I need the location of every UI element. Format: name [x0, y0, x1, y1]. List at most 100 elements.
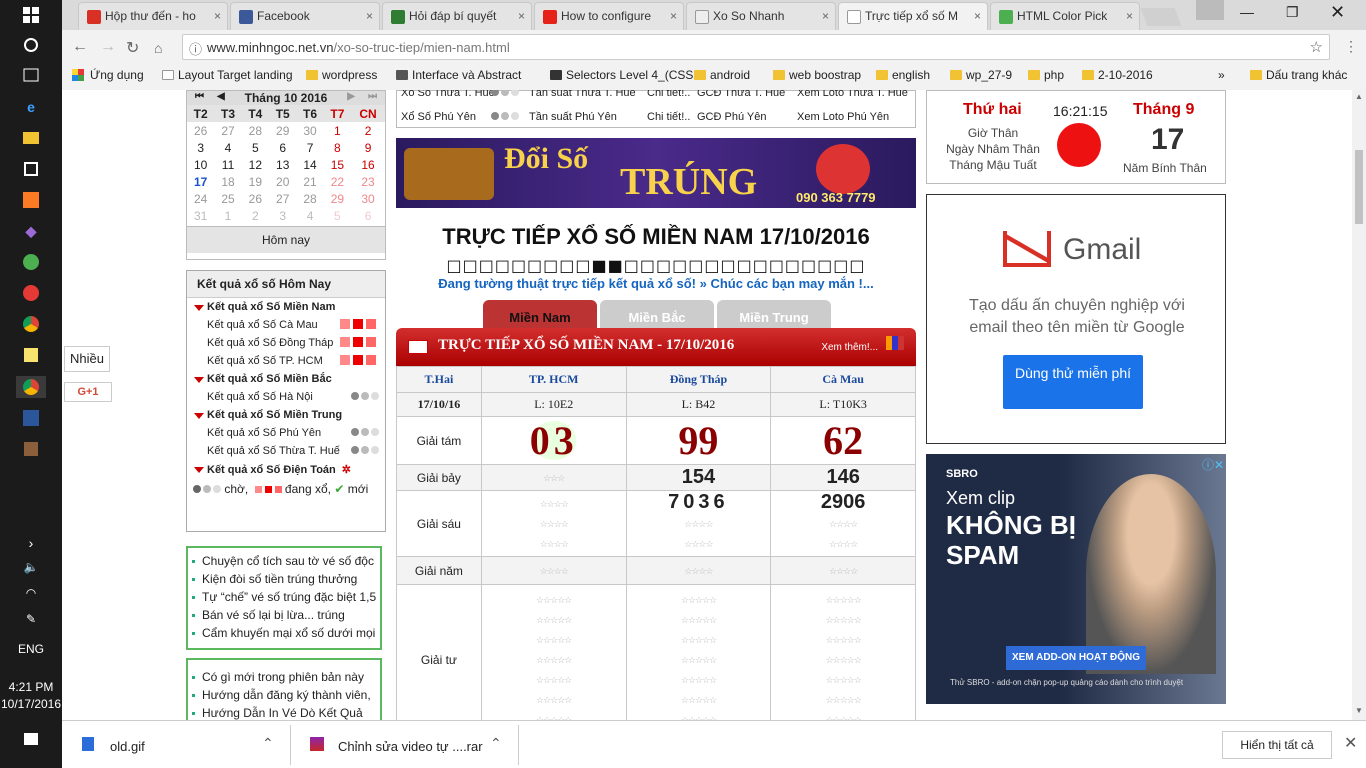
- loto-link[interactable]: Xem Loto Thừa T. Huế: [797, 90, 908, 99]
- detail-link[interactable]: Chi tiết!..: [647, 90, 690, 99]
- calendar-day[interactable]: 29: [269, 122, 296, 139]
- bookmark-folder[interactable]: wp_27-9: [950, 68, 1012, 82]
- detail-link[interactable]: Chi tiết!..: [647, 111, 690, 123]
- tab-gmail[interactable]: Hộp thư đến - ho ×: [78, 2, 228, 30]
- close-icon[interactable]: ×: [518, 9, 525, 23]
- media-icon[interactable]: [16, 438, 46, 460]
- calendar-day[interactable]: 6: [269, 139, 296, 156]
- province-link[interactable]: Kết quả xổ Số Hà Nội: [187, 388, 385, 406]
- download-item[interactable]: Chỉnh sửa video tự ....rar: [338, 739, 483, 754]
- prev-year-icon[interactable]: ⏮: [195, 91, 204, 102]
- tab-xo-so-nhanh[interactable]: Xo So Nhanh ×: [686, 2, 836, 30]
- today-button[interactable]: Hôm nay: [187, 226, 385, 253]
- calendar-day[interactable]: 22: [324, 173, 351, 190]
- province-link[interactable]: Xổ Số Phú Yên: [401, 111, 476, 123]
- region-south-link[interactable]: Kết quả xổ Số Miền Nam: [187, 298, 385, 316]
- calendar-day[interactable]: 13: [269, 156, 296, 173]
- sticky-notes-icon[interactable]: [16, 344, 46, 366]
- calendar-today[interactable]: 17: [187, 173, 214, 190]
- province-header[interactable]: Đồng Tháp: [625, 366, 772, 393]
- tab-youtube[interactable]: How to configure ×: [534, 2, 684, 30]
- file-explorer-icon[interactable]: [16, 127, 46, 149]
- tab-mien-trung[interactable]: Miền Trung: [717, 300, 831, 328]
- store-icon[interactable]: [16, 158, 46, 180]
- calendar-day[interactable]: 21: [296, 173, 323, 190]
- calendar-day[interactable]: 9: [351, 139, 385, 156]
- calendar-day[interactable]: 6: [351, 207, 385, 224]
- bookmark-folder[interactable]: android: [694, 68, 750, 82]
- calendar-day[interactable]: 2: [351, 122, 385, 139]
- calendar-day[interactable]: 4: [296, 207, 323, 224]
- calendar-day[interactable]: 12: [242, 156, 269, 173]
- red-app-icon[interactable]: [16, 282, 46, 304]
- calendar-day[interactable]: 3: [187, 139, 214, 156]
- calendar-day[interactable]: 18: [214, 173, 241, 190]
- bookmark-item[interactable]: Layout Target landing: [162, 68, 293, 82]
- calendar-day[interactable]: 1: [214, 207, 241, 224]
- profile-icon[interactable]: [1196, 0, 1224, 20]
- bookmark-folder[interactable]: wordpress: [306, 68, 377, 82]
- calendar-day[interactable]: 26: [242, 190, 269, 207]
- tab-mien-bac[interactable]: Miền Bắc: [600, 300, 714, 328]
- reload-icon[interactable]: ↻: [126, 38, 139, 58]
- province-link[interactable]: Kết quả xổ Số Đồng Tháp: [187, 334, 385, 352]
- province-header[interactable]: Cà Mau: [770, 366, 916, 393]
- calendar-day[interactable]: 4: [214, 139, 241, 156]
- cortana-icon[interactable]: [16, 34, 46, 56]
- chevron-up-icon[interactable]: ⌃: [262, 735, 274, 752]
- prev-month-icon[interactable]: ◀: [217, 91, 225, 102]
- promo-banner[interactable]: Đổi Số TRÚNG 090 363 7779: [396, 138, 916, 208]
- chevron-up-icon[interactable]: ⌃: [490, 735, 502, 752]
- news-link[interactable]: Cẩm khuyến mại xổ số dưới mọi: [188, 624, 380, 642]
- news-link[interactable]: Chuyện cổ tích sau tờ vé số độc: [188, 552, 380, 570]
- see-more-link[interactable]: Xem thêm!...: [821, 342, 878, 353]
- pen-icon[interactable]: ✎: [16, 608, 46, 630]
- calendar-day[interactable]: 30: [296, 122, 323, 139]
- province-link[interactable]: Kết quả xổ Số Phú Yên: [187, 424, 385, 442]
- calendar-day[interactable]: 5: [324, 207, 351, 224]
- calendar-day[interactable]: 23: [351, 173, 385, 190]
- close-downloads-icon[interactable]: ✕: [1344, 733, 1357, 753]
- minimize-button[interactable]: —: [1240, 4, 1254, 20]
- address-bar[interactable]: ⓘ www.minhngoc.net.vn/xo-so-truc-tiep/mi…: [182, 34, 1330, 60]
- start-windows-icon[interactable]: [16, 4, 46, 26]
- chevron-right-icon[interactable]: ›: [16, 532, 46, 554]
- calendar-day[interactable]: 15: [324, 156, 351, 173]
- visual-studio-icon[interactable]: ◆: [16, 220, 46, 242]
- calendar-day[interactable]: 10: [187, 156, 214, 173]
- clock-time[interactable]: 4:21 PM: [0, 680, 62, 694]
- news-link[interactable]: Có gì mới trong phiên bản này: [188, 668, 380, 686]
- show-all-downloads-button[interactable]: Hiển thị tất cả: [1222, 731, 1332, 759]
- calendar-day[interactable]: 29: [324, 190, 351, 207]
- bookmark-folder[interactable]: php: [1028, 68, 1064, 82]
- menu-icon[interactable]: ⋮: [1344, 38, 1358, 55]
- tab-truc-tiep[interactable]: Trực tiếp xổ số M ×: [838, 2, 988, 30]
- bookmark-apps[interactable]: Ứng dụng: [72, 68, 144, 82]
- back-icon[interactable]: ←: [72, 38, 88, 56]
- news-link[interactable]: Tự “chế” vé số trúng đặc biệt 1,5: [188, 588, 380, 606]
- volume-icon[interactable]: 🔈: [16, 556, 46, 578]
- sbro-cta-button[interactable]: XEM ADD-ON HOẠT ĐỘNG: [1006, 646, 1146, 670]
- calendar-day[interactable]: 1: [324, 122, 351, 139]
- news-link[interactable]: Hướng dẫn đăng ký thành viên,: [188, 686, 380, 704]
- calendar-day[interactable]: 27: [214, 122, 241, 139]
- calendar-day[interactable]: 7: [296, 139, 323, 156]
- chrome-active-icon[interactable]: [16, 376, 46, 398]
- calendar-day[interactable]: 19: [242, 173, 269, 190]
- restore-button[interactable]: ❐: [1286, 4, 1299, 21]
- new-tab-button[interactable]: [1140, 8, 1182, 26]
- tab-mien-nam[interactable]: Miền Nam: [483, 300, 597, 328]
- province-header[interactable]: TP. HCM: [480, 366, 627, 393]
- gmail-trial-button[interactable]: Dùng thử miễn phí: [1003, 355, 1143, 409]
- region-electronic-link[interactable]: Kết quả xổ Số Điện Toán ✲: [187, 460, 385, 479]
- close-icon[interactable]: ×: [974, 9, 981, 23]
- chrome-icon[interactable]: [16, 313, 46, 335]
- task-view-icon[interactable]: [16, 64, 46, 86]
- close-icon[interactable]: ×: [214, 9, 221, 23]
- next-month-icon[interactable]: ▶: [347, 91, 355, 102]
- calendar-day[interactable]: 30: [351, 190, 385, 207]
- calendar-day[interactable]: 3: [269, 207, 296, 224]
- next-year-icon[interactable]: ⏭: [368, 91, 377, 102]
- region-north-link[interactable]: Kết quả xổ Số Miền Bắc: [187, 370, 385, 388]
- wifi-icon[interactable]: ◠: [16, 582, 46, 604]
